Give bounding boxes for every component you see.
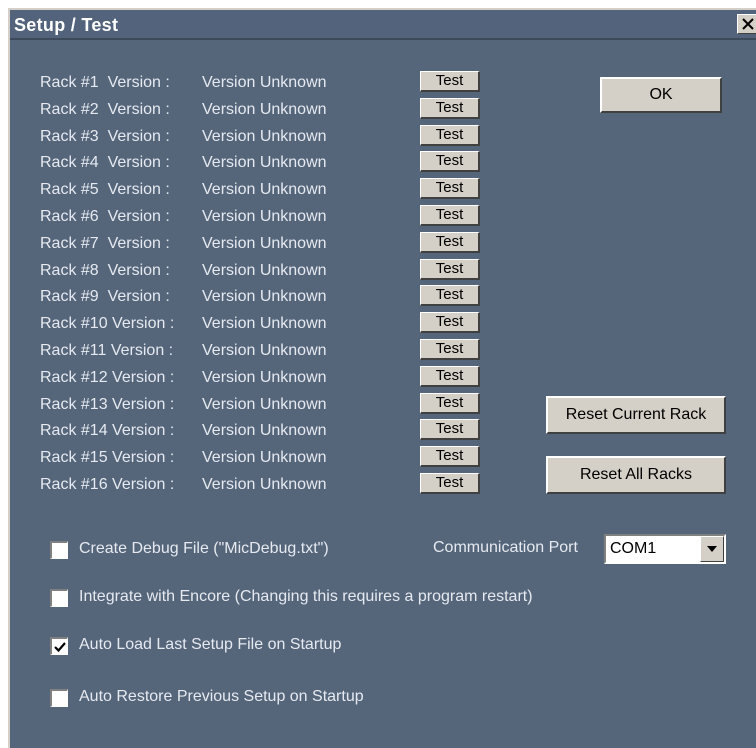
rack-name-label: Rack #10 Version : bbox=[40, 315, 175, 333]
rack-test-button[interactable]: Test bbox=[420, 151, 480, 173]
option-label: Integrate with Encore (Changing this req… bbox=[79, 588, 533, 605]
close-icon bbox=[742, 18, 754, 30]
rack-name-label: Rack #5 Version : bbox=[40, 181, 170, 199]
rack-name-label: Rack #12 Version : bbox=[40, 368, 175, 386]
reset-current-rack-button[interactable]: Reset Current Rack bbox=[546, 396, 726, 434]
option-checkbox[interactable] bbox=[50, 541, 68, 559]
rack-version-value: Version Unknown bbox=[202, 368, 327, 386]
rack-name-label: Rack #14 Version : bbox=[40, 422, 175, 440]
communication-port-label: Communication Port bbox=[433, 539, 578, 556]
rack-test-button[interactable]: Test bbox=[420, 231, 480, 253]
rack-test-button[interactable]: Test bbox=[420, 97, 480, 119]
rack-name-label: Rack #2 Version : bbox=[40, 100, 170, 118]
option-checkbox[interactable] bbox=[50, 589, 68, 607]
option-label: Auto Load Last Setup File on Startup bbox=[79, 636, 342, 653]
rack-version-value: Version Unknown bbox=[202, 342, 327, 359]
rack-name-label: Rack #4 Version : bbox=[40, 154, 170, 172]
communication-port-value: COM1 bbox=[610, 540, 657, 557]
rack-test-button[interactable]: Test bbox=[420, 339, 480, 360]
rack-name-label: Rack #7 Version : bbox=[40, 234, 170, 252]
rack-name-label: Rack #11 Version : bbox=[40, 342, 174, 359]
rack-version-value: Version Unknown bbox=[202, 422, 327, 440]
chevron-down-icon bbox=[707, 546, 717, 552]
rack-test-button[interactable]: Test bbox=[420, 178, 480, 200]
option-checkbox[interactable] bbox=[50, 689, 68, 707]
rack-test-button[interactable]: Test bbox=[420, 124, 480, 146]
communication-port-select[interactable]: COM1 bbox=[604, 534, 726, 564]
rack-version-value: Version Unknown bbox=[202, 74, 327, 91]
ok-button[interactable]: OK bbox=[600, 77, 722, 113]
rack-test-button[interactable]: Test bbox=[420, 258, 480, 280]
rack-name-label: Rack #1 Version : bbox=[40, 74, 170, 91]
rack-name-label: Rack #8 Version : bbox=[40, 261, 170, 279]
rack-test-button[interactable]: Test bbox=[420, 392, 480, 414]
rack-name-label: Rack #13 Version : bbox=[40, 395, 175, 413]
rack-version-value: Version Unknown bbox=[202, 288, 327, 306]
rack-version-value: Version Unknown bbox=[202, 395, 327, 413]
rack-version-value: Version Unknown bbox=[202, 449, 327, 467]
rack-version-value: Version Unknown bbox=[202, 181, 327, 199]
rack-test-button[interactable]: Test bbox=[420, 365, 480, 387]
rack-name-label: Rack #9 Version : bbox=[40, 288, 170, 306]
setup-test-dialog: Setup / Test Rack #1 Version : Version Un… bbox=[8, 8, 756, 748]
rack-test-button[interactable]: Test bbox=[420, 312, 480, 334]
option-label: Auto Restore Previous Setup on Startup bbox=[79, 688, 364, 705]
rack-version-value: Version Unknown bbox=[202, 261, 327, 279]
rack-name-label: Rack #6 Version : bbox=[40, 208, 170, 225]
dropdown-button[interactable] bbox=[700, 536, 724, 562]
rack-test-button[interactable]: Test bbox=[420, 285, 480, 307]
rack-version-value: Version Unknown bbox=[202, 476, 327, 493]
rack-version-value: Version Unknown bbox=[202, 127, 327, 145]
rack-test-button[interactable]: Test bbox=[420, 446, 480, 468]
rack-version-value: Version Unknown bbox=[202, 234, 327, 252]
rack-version-value: Version Unknown bbox=[202, 315, 327, 333]
option-label: Create Debug File ("MicDebug.txt") bbox=[79, 540, 329, 557]
option-checkbox[interactable] bbox=[50, 637, 68, 655]
rack-test-button[interactable]: Test bbox=[420, 419, 480, 441]
rack-name-label: Rack #3 Version : bbox=[40, 127, 170, 145]
rack-test-button[interactable]: Test bbox=[420, 71, 480, 92]
reset-all-racks-button[interactable]: Reset All Racks bbox=[546, 456, 726, 494]
rack-name-label: Rack #15 Version : bbox=[40, 449, 175, 467]
close-button[interactable] bbox=[737, 14, 756, 34]
rack-test-button[interactable]: Test bbox=[420, 473, 480, 494]
rack-version-value: Version Unknown bbox=[202, 208, 327, 225]
title-bar: Setup / Test bbox=[10, 10, 756, 40]
checkmark-icon bbox=[53, 641, 66, 652]
rack-name-label: Rack #16 Version : bbox=[40, 476, 175, 493]
rack-version-value: Version Unknown bbox=[202, 100, 327, 118]
rack-test-button[interactable]: Test bbox=[420, 205, 480, 226]
rack-version-value: Version Unknown bbox=[202, 154, 327, 172]
window-title: Setup / Test bbox=[14, 15, 119, 35]
